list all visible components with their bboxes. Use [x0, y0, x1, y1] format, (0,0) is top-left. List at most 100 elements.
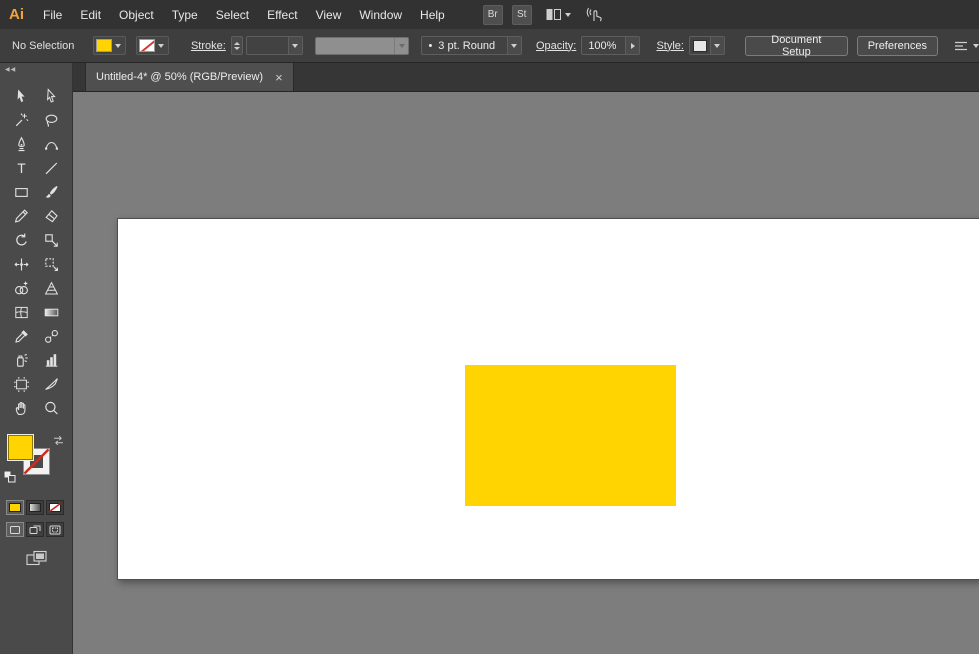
artboard-tool[interactable] — [6, 373, 36, 396]
align-panel-icon — [953, 39, 969, 53]
width-profile-dropdown — [394, 38, 408, 54]
rectangle-tool[interactable] — [6, 181, 36, 204]
width-profile-combo — [315, 37, 410, 55]
menu-select[interactable]: Select — [207, 0, 258, 29]
stepper-down-icon — [234, 47, 240, 50]
gradient-tool[interactable] — [36, 301, 66, 324]
touch-workspace-icon — [585, 7, 604, 23]
shape-builder-tool[interactable] — [6, 277, 36, 300]
scale-tool[interactable] — [36, 229, 66, 252]
brush-definition-combo[interactable]: • 3 pt. Round — [421, 36, 522, 55]
stroke-color-picker[interactable] — [136, 36, 169, 55]
stock-button[interactable]: St — [512, 5, 532, 25]
stroke-weight-stepper[interactable] — [231, 36, 243, 55]
stroke-weight-value — [247, 37, 288, 54]
selection-tool[interactable] — [6, 85, 36, 108]
style-dropdown[interactable] — [710, 37, 724, 54]
change-screen-mode-button[interactable] — [26, 550, 72, 571]
lasso-tool[interactable] — [36, 109, 66, 132]
symbol-sprayer-tool[interactable] — [6, 349, 36, 372]
direct-selection-tool[interactable] — [36, 85, 66, 108]
color-swatch — [9, 503, 21, 512]
brush-definition-dropdown[interactable] — [507, 37, 521, 54]
menu-help[interactable]: Help — [411, 0, 454, 29]
free-transform-tool[interactable] — [36, 253, 66, 276]
draw-behind-button[interactable] — [26, 522, 44, 537]
preferences-button[interactable]: Preferences — [857, 36, 938, 56]
document-tab-bar: Untitled-4* @ 50% (RGB/Preview) × — [73, 63, 979, 92]
stroke-weight-dropdown[interactable] — [288, 37, 302, 54]
document-tab[interactable]: Untitled-4* @ 50% (RGB/Preview) × — [85, 63, 294, 91]
mesh-tool[interactable] — [6, 301, 36, 324]
paintbrush-tool[interactable] — [36, 181, 66, 204]
fill-dropdown[interactable] — [112, 37, 125, 54]
column-graph-tool[interactable] — [36, 349, 66, 372]
draw-behind-icon — [29, 525, 41, 535]
document-setup-button[interactable]: Document Setup — [745, 36, 848, 56]
slice-tool[interactable] — [36, 373, 66, 396]
svg-text:T: T — [17, 161, 25, 176]
default-fill-stroke-icon[interactable] — [3, 470, 16, 483]
chevron-down-icon — [292, 44, 298, 48]
tab-close-icon[interactable]: × — [275, 71, 283, 84]
shaper-tool[interactable] — [6, 205, 36, 228]
chevron-down-icon — [158, 44, 164, 48]
width-profile-value — [316, 38, 395, 54]
menu-bar: Ai File Edit Object Type Select Effect V… — [0, 0, 979, 29]
screen-mode-icon — [26, 550, 47, 566]
line-segment-tool[interactable] — [36, 157, 66, 180]
bridge-button[interactable]: Br — [483, 5, 503, 25]
fill-color-picker[interactable] — [93, 36, 126, 55]
color-button[interactable] — [6, 500, 24, 515]
arrange-documents-icon — [546, 8, 561, 21]
opacity-panel-link[interactable]: Opacity: — [536, 40, 576, 52]
eyedropper-tool[interactable] — [6, 325, 36, 348]
menu-effect[interactable]: Effect — [258, 0, 306, 29]
yellow-rectangle-shape[interactable] — [465, 365, 676, 506]
curvature-tool[interactable] — [36, 133, 66, 156]
arrange-documents-button[interactable] — [546, 8, 571, 21]
touch-workspace-button[interactable] — [585, 7, 604, 23]
chevron-down-icon — [399, 44, 405, 48]
swap-fill-stroke-icon[interactable] — [52, 435, 65, 446]
opacity-expand[interactable] — [625, 37, 639, 54]
menu-edit[interactable]: Edit — [71, 0, 110, 29]
stepper-up-icon — [234, 42, 240, 45]
draw-inside-button[interactable] — [46, 522, 64, 537]
pen-tool[interactable] — [6, 133, 36, 156]
rotate-tool[interactable] — [6, 229, 36, 252]
none-button[interactable] — [46, 500, 64, 515]
brush-definition-label: 3 pt. Round — [438, 40, 495, 52]
stroke-panel-link[interactable]: Stroke: — [191, 40, 226, 52]
panel-collapse-button[interactable]: ◀◀ — [0, 63, 72, 79]
type-tool[interactable]: T — [6, 157, 36, 180]
stroke-weight-combo[interactable] — [246, 36, 303, 55]
opacity-combo[interactable]: 100% — [581, 36, 640, 55]
fill-color-indicator[interactable] — [7, 434, 34, 461]
stroke-dropdown[interactable] — [155, 37, 168, 54]
chevron-right-icon — [631, 43, 635, 49]
hand-tool[interactable] — [6, 397, 36, 420]
zoom-tool[interactable] — [36, 397, 66, 420]
style-panel-link[interactable]: Style: — [656, 40, 684, 52]
gradient-button[interactable] — [26, 500, 44, 515]
menu-window[interactable]: Window — [350, 0, 411, 29]
draw-normal-icon — [9, 525, 21, 535]
draw-normal-button[interactable] — [6, 522, 24, 537]
menu-object[interactable]: Object — [110, 0, 163, 29]
menu-type[interactable]: Type — [163, 0, 207, 29]
stroke-none-swatch — [139, 39, 155, 52]
perspective-grid-tool[interactable] — [36, 277, 66, 300]
canvas-area[interactable] — [73, 92, 979, 654]
width-tool[interactable] — [6, 253, 36, 276]
menu-file[interactable]: File — [34, 0, 71, 29]
chevron-down-icon — [115, 44, 121, 48]
none-swatch-icon — [49, 503, 61, 512]
style-combo[interactable] — [689, 36, 725, 55]
align-panel-button[interactable] — [953, 39, 979, 53]
eraser-tool[interactable] — [36, 205, 66, 228]
chevron-down-icon — [714, 44, 720, 48]
magic-wand-tool[interactable] — [6, 109, 36, 132]
menu-view[interactable]: View — [307, 0, 351, 29]
blend-tool[interactable] — [36, 325, 66, 348]
